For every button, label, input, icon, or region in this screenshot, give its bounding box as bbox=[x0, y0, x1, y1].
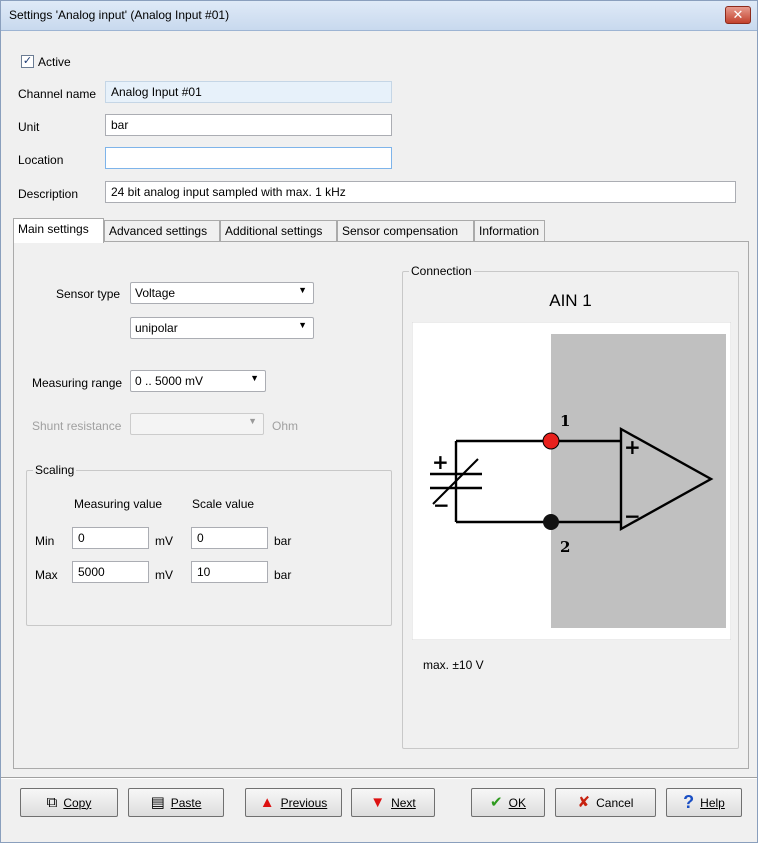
source-plus-label: + bbox=[432, 450, 449, 474]
measuring-range-value: 0 .. 5000 mV bbox=[135, 374, 204, 388]
close-icon: ✕ bbox=[732, 7, 744, 22]
copy-icon: ⧉ bbox=[46, 794, 58, 811]
max-scale-input[interactable]: 10 bbox=[191, 561, 268, 583]
tab-main-settings[interactable]: Main settings bbox=[13, 218, 104, 243]
source-minus-label: − bbox=[433, 493, 450, 517]
min-measuring-input[interactable]: 0 bbox=[72, 527, 149, 549]
tab-advanced-settings[interactable]: Advanced settings bbox=[104, 220, 220, 242]
shunt-resistance-label: Shunt resistance bbox=[32, 419, 122, 433]
button-separator bbox=[1, 777, 757, 779]
pin-1-dot bbox=[542, 432, 560, 450]
description-field[interactable]: 24 bit analog input sampled with max. 1 … bbox=[105, 181, 736, 203]
location-field[interactable] bbox=[105, 147, 392, 169]
copy-label: Copy bbox=[63, 795, 92, 810]
question-icon: ? bbox=[683, 792, 695, 812]
x-icon: ✘ bbox=[577, 794, 591, 811]
paste-label: Paste bbox=[170, 795, 202, 810]
ok-button[interactable]: ✔ OK bbox=[471, 788, 545, 817]
cancel-label: Cancel bbox=[596, 795, 634, 810]
max-measuring-input[interactable]: 5000 bbox=[72, 561, 149, 583]
min-scale-unit: bar bbox=[274, 534, 292, 548]
amp-minus-label: − bbox=[624, 504, 641, 528]
min-scale-input[interactable]: 0 bbox=[191, 527, 268, 549]
close-button[interactable]: ✕ bbox=[725, 6, 751, 24]
tab-information[interactable]: Information bbox=[474, 220, 545, 242]
chevron-down-icon: ▼ bbox=[250, 373, 259, 383]
ok-label: OK bbox=[508, 795, 526, 810]
previous-button[interactable]: ▲ Previous bbox=[245, 788, 342, 817]
arrow-up-icon: ▲ bbox=[259, 794, 275, 811]
chevron-down-icon: ▼ bbox=[298, 320, 307, 330]
chevron-down-icon: ▼ bbox=[248, 416, 257, 426]
check-icon: ✔ bbox=[490, 794, 503, 811]
max-measuring-unit: mV bbox=[155, 568, 173, 582]
tab-additional-settings[interactable]: Additional settings bbox=[220, 220, 337, 242]
arrow-down-icon: ▼ bbox=[370, 794, 386, 811]
shunt-resistance-select[interactable]: ▼ bbox=[130, 413, 264, 435]
next-button[interactable]: ▼ Next bbox=[351, 788, 435, 817]
measuring-range-select[interactable]: 0 .. 5000 mV ▼ bbox=[130, 370, 266, 392]
active-label: Active bbox=[38, 55, 71, 69]
sensor-type-select[interactable]: Voltage ▼ bbox=[130, 282, 314, 304]
sensor-mode-select[interactable]: unipolar ▼ bbox=[130, 317, 314, 339]
sensor-type-value: Voltage bbox=[135, 286, 176, 300]
measuring-value-header: Measuring value bbox=[74, 497, 163, 511]
pin-1-label: 1 bbox=[560, 412, 570, 430]
cancel-button[interactable]: ✘ Cancel bbox=[555, 788, 656, 817]
measuring-range-label: Measuring range bbox=[32, 376, 123, 390]
main-settings-panel: Sensor type Voltage ▼ unipolar ▼ Measuri… bbox=[13, 241, 749, 769]
description-label: Description bbox=[18, 187, 79, 201]
sensor-type-label: Sensor type bbox=[56, 287, 121, 301]
connection-note: max. ±10 V bbox=[423, 658, 484, 672]
scaling-title: Scaling bbox=[33, 463, 77, 477]
help-label: Help bbox=[700, 795, 725, 810]
checkmark-icon: ✓ bbox=[22, 55, 33, 67]
amp-plus-label: + bbox=[624, 435, 641, 459]
scaling-group: Scaling Measuring value Scale value Min … bbox=[26, 463, 392, 626]
title-bar: Settings 'Analog input' (Analog Input #0… bbox=[1, 1, 757, 31]
location-label: Location bbox=[18, 153, 64, 167]
channel-title: AIN 1 bbox=[549, 291, 592, 310]
connection-diagram: 1 2 + − + − bbox=[412, 322, 731, 640]
channelname-label: Channel name bbox=[18, 87, 97, 101]
unit-field[interactable]: bar bbox=[105, 114, 392, 136]
pin-2-label: 2 bbox=[560, 538, 570, 556]
max-label: Max bbox=[35, 568, 58, 582]
unit-label: Unit bbox=[18, 120, 40, 134]
channelname-field[interactable]: Analog Input #01 bbox=[105, 81, 392, 103]
paste-icon: ▤ bbox=[150, 794, 165, 811]
tab-sensor-compensation[interactable]: Sensor compensation bbox=[337, 220, 474, 242]
copy-button[interactable]: ⧉ Copy bbox=[20, 788, 118, 817]
help-button[interactable]: ? Help bbox=[666, 788, 742, 817]
terminal-panel bbox=[551, 334, 726, 628]
min-label: Min bbox=[35, 534, 55, 548]
chevron-down-icon: ▼ bbox=[298, 285, 307, 295]
connection-title: Connection bbox=[409, 264, 474, 278]
max-scale-unit: bar bbox=[274, 568, 292, 582]
shunt-unit-label: Ohm bbox=[272, 419, 299, 433]
min-measuring-unit: mV bbox=[155, 534, 173, 548]
paste-button[interactable]: ▤ Paste bbox=[128, 788, 224, 817]
active-checkbox[interactable]: ✓ bbox=[21, 55, 34, 68]
pin-2-dot bbox=[543, 514, 559, 530]
settings-dialog: Settings 'Analog input' (Analog Input #0… bbox=[0, 0, 758, 843]
sensor-mode-value: unipolar bbox=[135, 321, 178, 335]
scale-value-header: Scale value bbox=[192, 497, 255, 511]
next-label: Next bbox=[391, 795, 416, 810]
connection-group: Connection AIN 1 1 2 + − + − max. ±10 V bbox=[402, 264, 739, 749]
window-title: Settings 'Analog input' (Analog Input #0… bbox=[9, 8, 230, 22]
previous-label: Previous bbox=[280, 795, 328, 810]
